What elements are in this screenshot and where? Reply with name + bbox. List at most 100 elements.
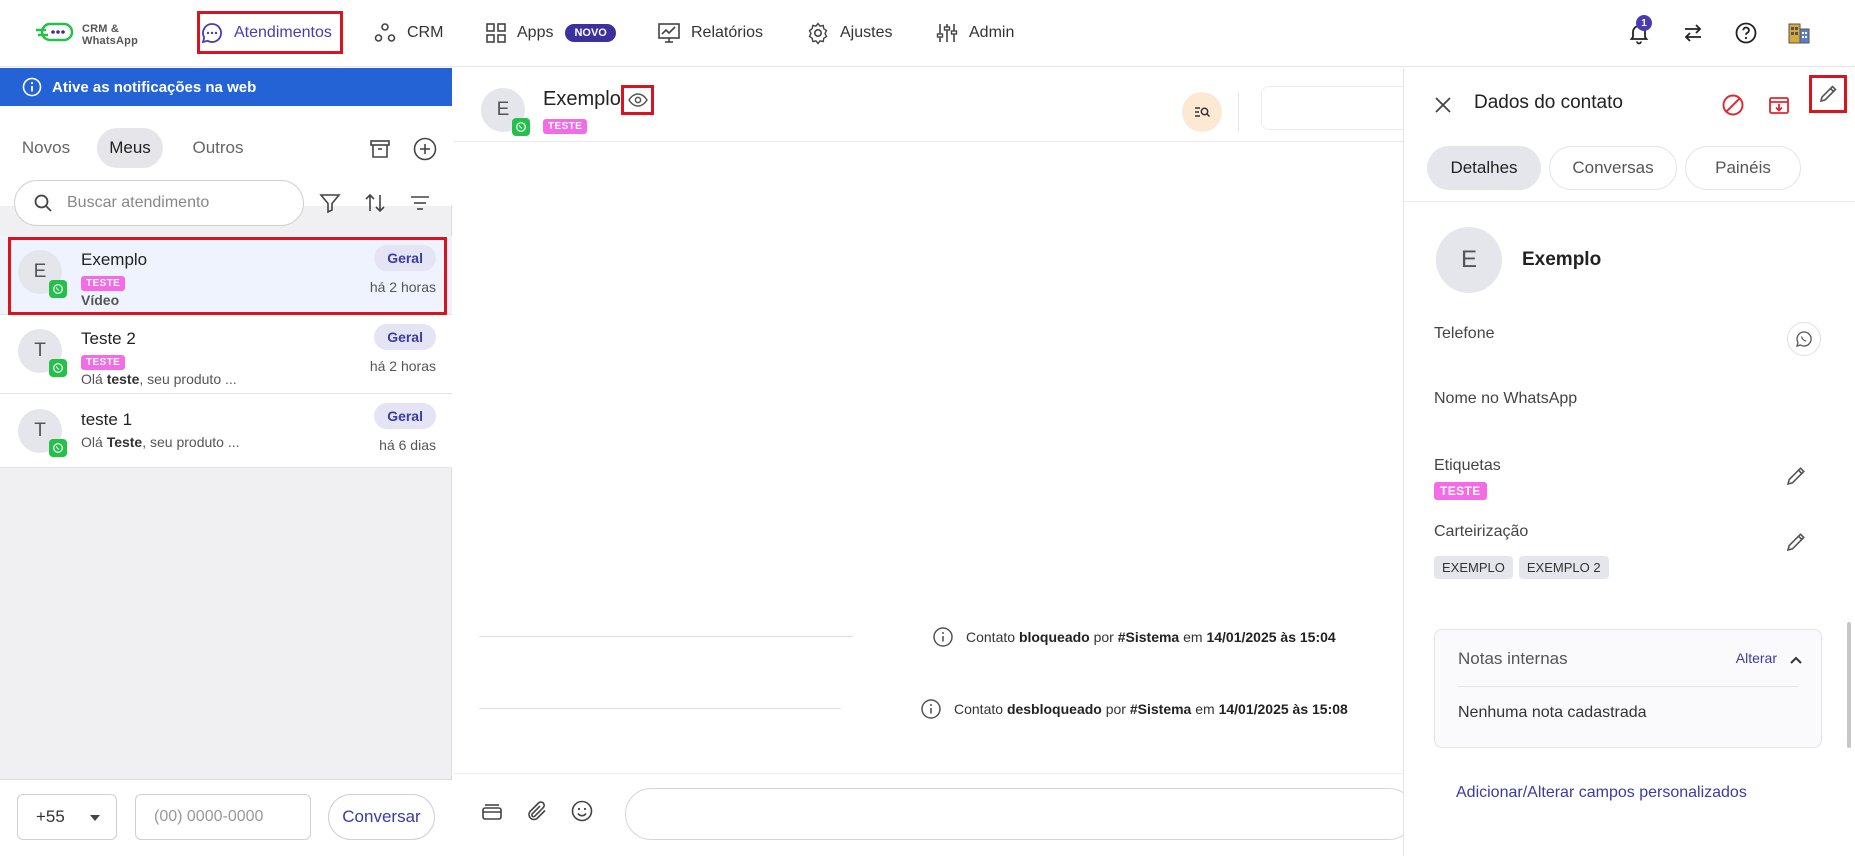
help-button[interactable] bbox=[1731, 18, 1761, 48]
divider bbox=[479, 708, 841, 709]
close-panel-button[interactable] bbox=[1426, 88, 1460, 122]
new-conversation-button[interactable] bbox=[408, 132, 442, 166]
plus-circle-icon bbox=[413, 137, 437, 161]
header-divider bbox=[1238, 92, 1239, 132]
preview-prefix: Olá bbox=[81, 434, 107, 450]
help-circle-icon bbox=[1735, 22, 1757, 44]
conversation-time: há 2 horas bbox=[369, 358, 436, 374]
block-contact-button[interactable] bbox=[1716, 88, 1750, 122]
conversation-name: Exemplo bbox=[81, 250, 148, 269]
chevron-down-icon bbox=[90, 815, 100, 821]
tag-badge: TESTE bbox=[81, 276, 126, 291]
notification-count: 1 bbox=[1636, 15, 1652, 31]
event-at: em bbox=[1191, 701, 1219, 717]
scrollbar[interactable] bbox=[1847, 622, 1851, 748]
conversation-name: Teste 2 bbox=[81, 329, 136, 348]
view-contact-button[interactable] bbox=[621, 85, 654, 115]
emoji-button[interactable] bbox=[565, 794, 599, 828]
edit-notes-link[interactable]: Alterar bbox=[1736, 650, 1777, 666]
custom-fields-link[interactable]: Adicionar/Alterar campos personalizados bbox=[1456, 784, 1747, 802]
conversation-item-teste-1[interactable]: T teste 1 Olá Teste, seu produto ... Ger… bbox=[0, 394, 452, 468]
sliders-icon bbox=[936, 24, 958, 42]
system-event-text: Contato bloqueado por #Sistema em 14/01/… bbox=[966, 629, 1336, 645]
phone-input[interactable] bbox=[135, 794, 311, 840]
app-logo[interactable]: CRM & WhatsApp bbox=[36, 19, 152, 49]
list-options-button[interactable] bbox=[403, 186, 437, 220]
info-icon bbox=[933, 627, 953, 647]
edit-labels-button[interactable] bbox=[1781, 461, 1811, 491]
nav-ajustes[interactable]: Ajustes bbox=[806, 12, 892, 54]
web-notifications-banner[interactable]: Ative as notificações na web bbox=[0, 68, 452, 106]
pencil-icon bbox=[1786, 533, 1805, 552]
sort-button[interactable] bbox=[358, 186, 392, 220]
message-composer bbox=[453, 773, 1415, 856]
collapse-notes-button[interactable] bbox=[1789, 652, 1803, 670]
search-field[interactable] bbox=[14, 180, 304, 226]
chat-panel: E Exemplo TESTE Contato bloqueado por #S… bbox=[453, 68, 1415, 856]
whatsapp-icon bbox=[1796, 331, 1812, 347]
preview-suffix: , seu produto ... bbox=[142, 434, 240, 450]
message-input[interactable] bbox=[625, 788, 1415, 840]
tab-paineis[interactable]: Painéis bbox=[1685, 146, 1801, 190]
info-icon bbox=[22, 77, 42, 97]
portfolio-chip: EXEMPLO 2 bbox=[1518, 556, 1609, 579]
event-action: bloqueado bbox=[1018, 629, 1090, 645]
conversation-name: teste 1 bbox=[81, 410, 133, 429]
whatsapp-contact-button[interactable] bbox=[1787, 322, 1821, 356]
labels-label: Etiquetas bbox=[1434, 457, 1501, 474]
portfolio-label: Carteirização bbox=[1434, 523, 1529, 540]
queue-badge: Geral bbox=[374, 245, 436, 271]
tag-badge: TESTE bbox=[81, 355, 126, 370]
nav-admin[interactable]: Admin bbox=[935, 12, 1014, 54]
attach-button[interactable] bbox=[520, 794, 554, 828]
contact-panel-header: Dados do contato bbox=[1404, 68, 1855, 138]
conversations-panel: Ative as notificações na web Novos Meus … bbox=[0, 68, 452, 856]
apps-grid-icon bbox=[486, 23, 506, 43]
filter-button[interactable] bbox=[313, 186, 347, 220]
nav-crm[interactable]: CRM bbox=[373, 12, 443, 54]
search-input[interactable] bbox=[67, 194, 267, 212]
whatsapp-icon bbox=[49, 359, 67, 377]
paperclip-icon bbox=[528, 801, 546, 821]
tab-novos[interactable]: Novos bbox=[14, 128, 78, 168]
nav-atendimentos-label: Atendimentos bbox=[234, 24, 332, 41]
company-button[interactable] bbox=[1784, 18, 1814, 48]
nav-ajustes-label: Ajustes bbox=[840, 24, 893, 41]
tab-detalhes[interactable]: Detalhes bbox=[1427, 146, 1541, 190]
preview-suffix: , seu produto ... bbox=[139, 371, 237, 387]
pencil-icon bbox=[1786, 467, 1805, 486]
event-prefix: Contato bbox=[966, 629, 1019, 645]
archive-button[interactable] bbox=[363, 132, 397, 166]
event-actor: #Sistema bbox=[1117, 629, 1180, 645]
label-chip: TESTE bbox=[1434, 482, 1487, 500]
nav-atendimentos[interactable]: Atendimentos bbox=[200, 12, 332, 54]
header-action-field[interactable] bbox=[1261, 86, 1403, 130]
start-conversation-button[interactable]: Conversar bbox=[328, 794, 435, 840]
nav-relatorios[interactable]: Relatórios bbox=[657, 12, 763, 54]
edit-portfolio-button[interactable] bbox=[1781, 527, 1811, 557]
country-code-select[interactable]: +55 bbox=[17, 794, 117, 840]
conversation-item-teste-2[interactable]: T Teste 2 TESTE Olá teste, seu produto .… bbox=[0, 315, 452, 394]
tab-conversas[interactable]: Conversas bbox=[1549, 146, 1677, 190]
tab-outros[interactable]: Outros bbox=[180, 128, 256, 168]
queue-badge: Geral bbox=[374, 403, 436, 429]
search-messages-button[interactable] bbox=[1182, 92, 1222, 132]
conversation-item-exemplo[interactable]: E Exemplo TESTE Vídeo Geral há 2 horas bbox=[0, 236, 452, 315]
chat-header: E Exemplo TESTE bbox=[453, 68, 1403, 142]
contact-details-panel: Dados do contato Detalhes Conversas Pain… bbox=[1403, 68, 1855, 856]
search-list-icon bbox=[1195, 107, 1211, 118]
filter-lines-icon bbox=[411, 196, 429, 210]
quick-replies-button[interactable] bbox=[475, 794, 509, 828]
divider bbox=[1458, 686, 1798, 687]
block-icon bbox=[1722, 94, 1744, 116]
notes-title: Notas internas bbox=[1458, 649, 1568, 668]
nav-apps-label: Apps bbox=[517, 24, 554, 41]
transfer-button[interactable] bbox=[1678, 18, 1708, 48]
nav-apps[interactable]: Apps NOVO bbox=[485, 12, 616, 54]
notifications-button[interactable]: 1 bbox=[1624, 15, 1654, 48]
edit-contact-button[interactable] bbox=[1809, 75, 1847, 113]
download-box-icon bbox=[1769, 97, 1789, 114]
panel-title: Dados do contato bbox=[1474, 92, 1623, 113]
archive-contact-button[interactable] bbox=[1762, 88, 1796, 122]
tab-meus[interactable]: Meus bbox=[97, 128, 163, 168]
